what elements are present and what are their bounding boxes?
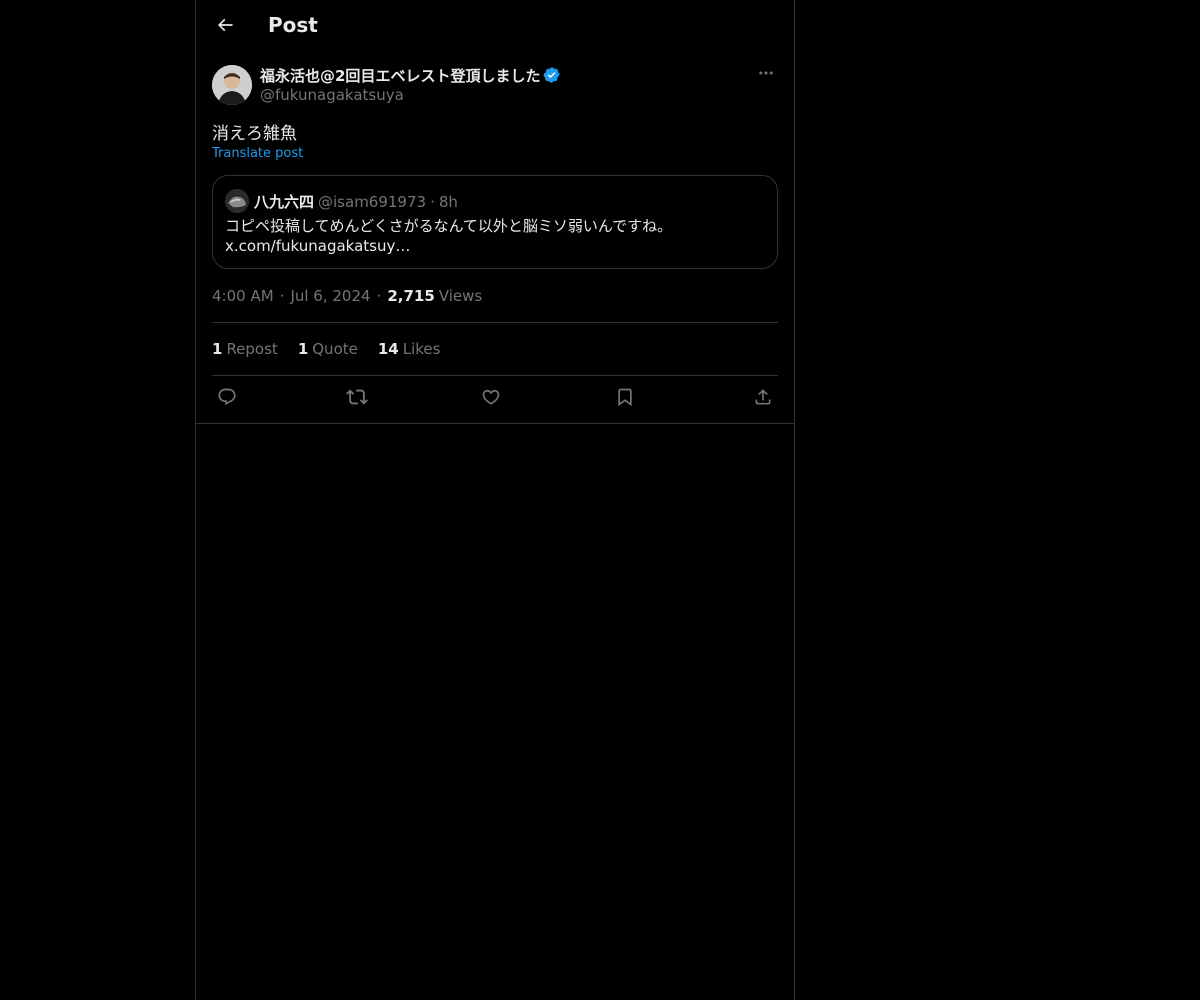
page-title: Post: [268, 13, 318, 37]
translate-post-link[interactable]: Translate post: [212, 146, 303, 161]
post-author: 福永活也@2回目エベレスト登頂しました @fukunagakatsuya: [212, 65, 778, 107]
reposts-stat[interactable]: 1 Repost: [212, 340, 278, 358]
quotes-count: 1: [297, 340, 309, 358]
bookmark-button[interactable]: [610, 385, 640, 413]
share-button[interactable]: [748, 385, 778, 413]
more-button[interactable]: [754, 63, 778, 87]
author-handle[interactable]: @fukunagakatsuya: [260, 86, 404, 104]
quoted-handle: @isam691973: [318, 192, 427, 211]
divider: [212, 375, 778, 376]
post-stats: 1 Repost 1 Quote 14 Likes: [212, 340, 460, 358]
post-time[interactable]: 4:00 AM: [212, 287, 274, 305]
likes-stat[interactable]: 14 Likes: [378, 340, 441, 358]
divider: [212, 322, 778, 323]
separator-dot: ·: [279, 287, 285, 305]
author-avatar[interactable]: [212, 65, 252, 105]
quoted-text-line: コピペ投稿してめんどくさがるなんて以外と脳ミソ弱いんですね。: [225, 217, 673, 235]
reply-button[interactable]: [212, 385, 242, 413]
post-text: 消えろ雑魚: [212, 124, 297, 144]
author-name-row: 福永活也@2回目エベレスト登頂しました: [260, 65, 561, 85]
post-meta: 4:00 AM · Jul 6, 2024 · 2,715 Views: [212, 287, 482, 305]
quotes-stat[interactable]: 1 Quote: [298, 340, 358, 358]
likes-label: Likes: [402, 340, 441, 358]
views-label: Views: [438, 287, 483, 305]
reposts-label: Repost: [226, 340, 278, 358]
divider: [196, 423, 794, 424]
quoted-header: 八九六四 @isam691973 · 8h: [254, 191, 458, 212]
quoted-post[interactable]: 八九六四 @isam691973 · 8h コピペ投稿してめんどくさがるなんて以…: [212, 175, 778, 269]
heart-icon: [481, 387, 501, 411]
author-display-name[interactable]: 福永活也@2回目エベレスト登頂しました: [260, 65, 540, 86]
page-header: Post: [196, 0, 794, 53]
back-button[interactable]: [208, 10, 242, 44]
separator-dot: ·: [376, 287, 382, 305]
repost-icon: [346, 386, 368, 412]
post-date[interactable]: Jul 6, 2024: [290, 287, 370, 305]
post-actions: [212, 385, 778, 413]
post-detail-column: Post 福永活也@2回目エベレスト登頂しました @fukunagakatsuy…: [195, 0, 795, 1000]
reply-icon: [217, 387, 237, 411]
more-horizontal-icon: [757, 64, 775, 86]
arrow-left-icon: [215, 15, 235, 39]
quoted-time: 8h: [438, 192, 458, 211]
separator-dot: ·: [430, 192, 435, 211]
quoted-text: コピペ投稿してめんどくさがるなんて以外と脳ミソ弱いんですね。 x.com/fuk…: [225, 216, 765, 256]
verified-badge-icon: [543, 66, 561, 84]
views-count: 2,715: [387, 287, 435, 305]
like-button[interactable]: [476, 385, 506, 413]
quotes-label: Quote: [312, 340, 358, 358]
likes-count: 14: [377, 340, 399, 358]
quoted-display-name: 八九六四: [254, 193, 315, 211]
quoted-author-avatar: [225, 189, 249, 213]
reposts-count: 1: [212, 340, 223, 358]
share-icon: [753, 387, 773, 411]
repost-button[interactable]: [342, 385, 372, 413]
bookmark-icon: [615, 387, 635, 411]
quoted-link: x.com/fukunagakatsuy…: [225, 237, 411, 255]
